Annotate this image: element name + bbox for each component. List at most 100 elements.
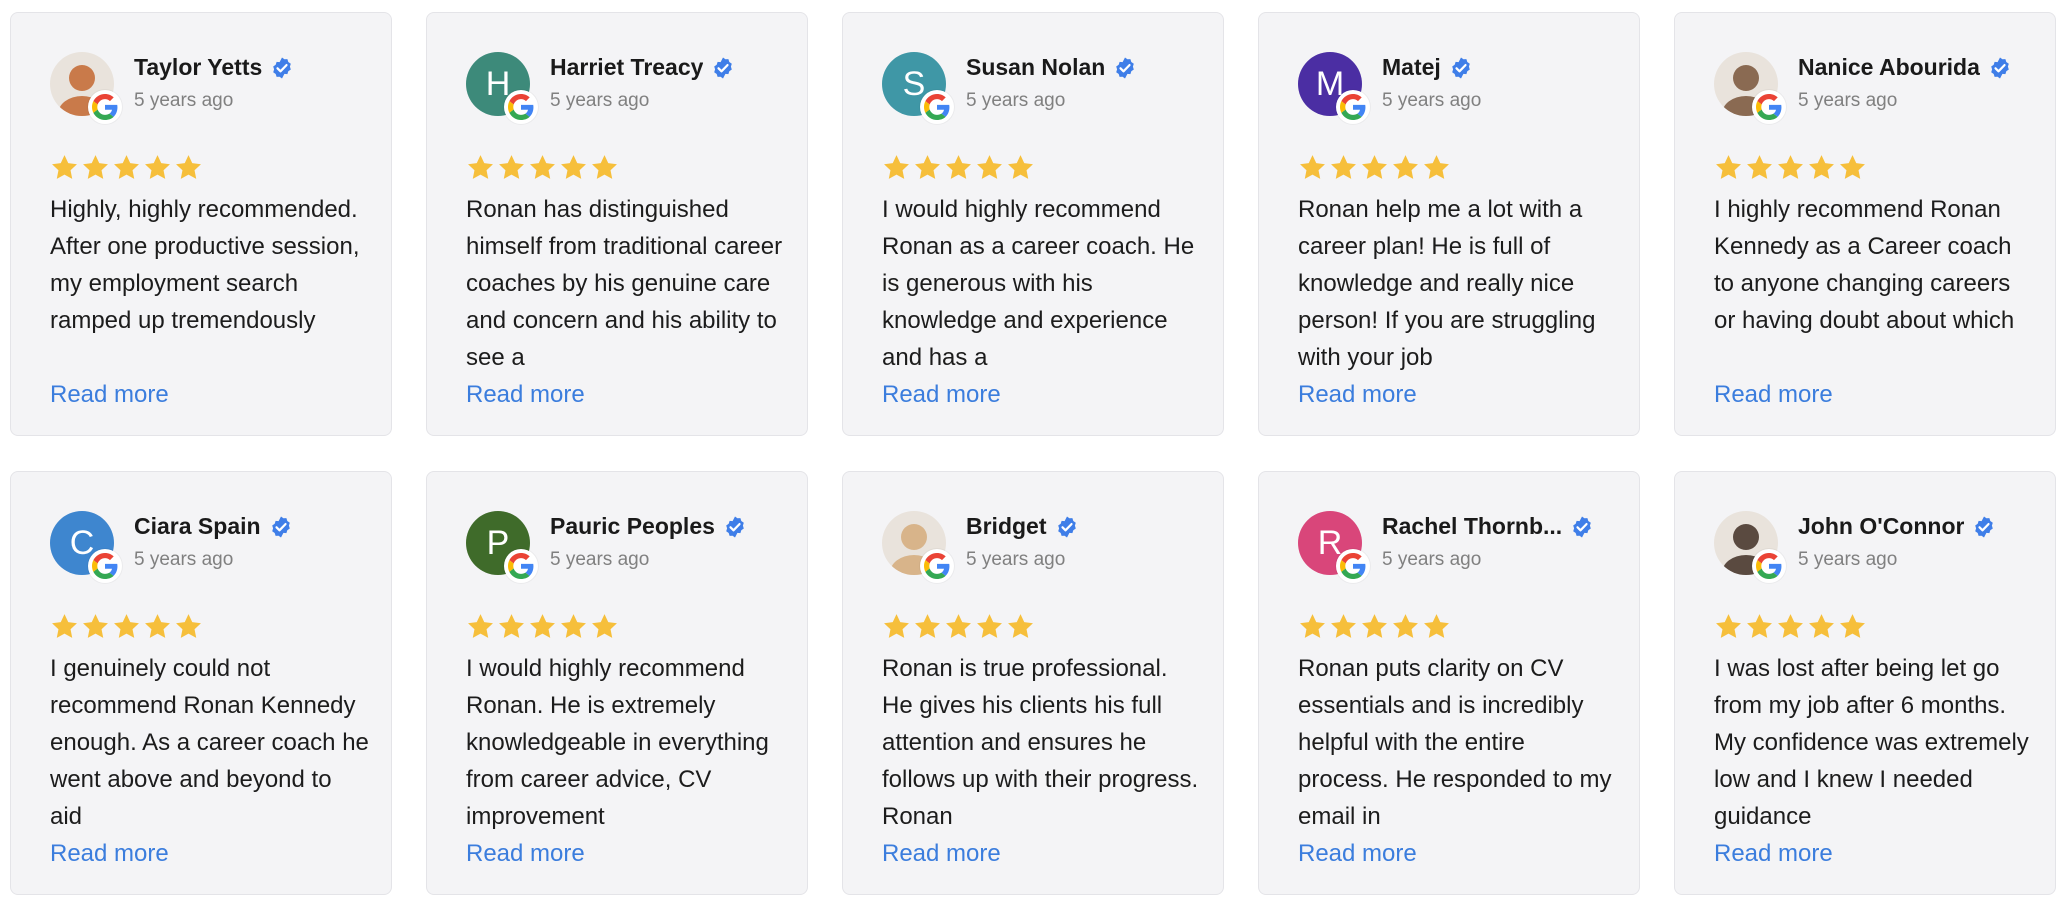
reviewer-name-row: Matej: [1382, 54, 1473, 81]
star-icon: [1745, 612, 1774, 641]
star-rating: [1298, 612, 1451, 641]
review-card: S Susan Nolan 5 years ago I would highly re…: [842, 12, 1224, 436]
read-more-link[interactable]: Read more: [882, 835, 1001, 872]
star-icon: [1714, 612, 1743, 641]
avatar: [50, 52, 122, 124]
review-text: Ronan is true professional. He gives his…: [882, 655, 1199, 830]
google-icon: [920, 90, 954, 124]
star-icon: [913, 612, 942, 641]
star-icon: [590, 612, 619, 641]
star-icon: [590, 153, 619, 182]
reviewer-name: Nanice Abourida: [1798, 54, 1980, 80]
review-header: P Pauric Peoples 5 years ago: [466, 511, 787, 583]
avatar: P: [466, 511, 538, 583]
reviewer-name-row: Pauric Peoples: [550, 513, 747, 540]
star-icon: [174, 153, 203, 182]
review-header: Taylor Yetts 5 years ago: [50, 52, 371, 124]
review-date: 5 years ago: [966, 90, 1066, 111]
star-icon: [1745, 153, 1774, 182]
review-text: Ronan puts clarity on CV essentials and …: [1298, 655, 1612, 830]
avatar: M: [1298, 52, 1370, 124]
read-more-link[interactable]: Read more: [50, 835, 169, 872]
star-icon: [528, 153, 557, 182]
reviewer-name-row: Susan Nolan: [966, 54, 1137, 81]
star-icon: [1807, 153, 1836, 182]
star-icon: [143, 612, 172, 641]
google-icon: [1336, 549, 1370, 583]
star-icon: [913, 153, 942, 182]
review-card: Nanice Abourida 5 years ago I highly recom…: [1674, 12, 2056, 436]
reviewer-name-row: Nanice Abourida: [1798, 54, 2012, 81]
reviewer-name-row: Harriet Treacy: [550, 54, 735, 81]
google-icon: [1752, 549, 1786, 583]
star-icon: [559, 153, 588, 182]
star-rating: [1714, 153, 1867, 182]
reviewer-name: Taylor Yetts: [134, 54, 263, 80]
verified-badge-icon: [270, 56, 294, 80]
read-more-link[interactable]: Read more: [466, 376, 585, 413]
read-more-link[interactable]: Read more: [50, 376, 169, 413]
review-card: M Matej 5 years ago Ronan help me a lot wit…: [1258, 12, 1640, 436]
verified-badge-icon: [1570, 515, 1594, 539]
google-icon: [504, 90, 538, 124]
star-icon: [1360, 612, 1389, 641]
review-date: 5 years ago: [1382, 90, 1482, 111]
star-icon: [50, 612, 79, 641]
avatar: S: [882, 52, 954, 124]
read-more-link[interactable]: Read more: [1714, 376, 1833, 413]
star-icon: [497, 153, 526, 182]
star-rating: [1714, 612, 1867, 641]
reviewer-name: Ciara Spain: [134, 513, 261, 539]
review-text: I was lost after being let go from my jo…: [1714, 655, 2029, 830]
star-icon: [975, 612, 1004, 641]
review-text: I highly recommend Ronan Kennedy as a Ca…: [1714, 196, 2015, 334]
google-icon: [1752, 90, 1786, 124]
star-icon: [81, 153, 110, 182]
avatar: [882, 511, 954, 583]
read-more-link[interactable]: Read more: [882, 376, 1001, 413]
review-text: I would highly recommend Ronan. He is ex…: [466, 655, 769, 830]
read-more-link[interactable]: Read more: [1298, 835, 1417, 872]
star-rating: [882, 153, 1035, 182]
star-icon: [1391, 612, 1420, 641]
star-rating: [50, 612, 203, 641]
review-date: 5 years ago: [1798, 549, 1898, 570]
reviewer-name-row: Taylor Yetts: [134, 54, 294, 81]
star-icon: [1006, 612, 1035, 641]
reviewer-name-row: Ciara Spain: [134, 513, 293, 540]
star-icon: [1714, 153, 1743, 182]
star-icon: [1006, 153, 1035, 182]
review-card: R Rachel Thornb... 5 years ago Ronan puts c…: [1258, 471, 1640, 895]
star-icon: [1329, 153, 1358, 182]
star-icon: [559, 612, 588, 641]
reviewer-name-row: John O'Connor: [1798, 513, 1996, 540]
star-icon: [497, 612, 526, 641]
star-icon: [174, 612, 203, 641]
reviewer-name: Pauric Peoples: [550, 513, 715, 539]
verified-badge-icon: [269, 515, 293, 539]
star-rating: [882, 612, 1035, 641]
read-more-link[interactable]: Read more: [1298, 376, 1417, 413]
avatar: H: [466, 52, 538, 124]
read-more-link[interactable]: Read more: [1714, 835, 1833, 872]
star-icon: [944, 612, 973, 641]
review-card: P Pauric Peoples 5 years ago I would highly…: [426, 471, 808, 895]
read-more-link[interactable]: Read more: [466, 835, 585, 872]
star-icon: [882, 153, 911, 182]
star-icon: [112, 612, 141, 641]
verified-badge-icon: [1449, 56, 1473, 80]
star-rating: [50, 153, 203, 182]
star-icon: [1329, 612, 1358, 641]
review-header: Nanice Abourida 5 years ago: [1714, 52, 2035, 124]
reviewer-name: Harriet Treacy: [550, 54, 704, 80]
star-icon: [1422, 612, 1451, 641]
review-date: 5 years ago: [1798, 90, 1898, 111]
avatar: [1714, 511, 1786, 583]
google-icon: [504, 549, 538, 583]
reviewer-name: Bridget: [966, 513, 1047, 539]
star-icon: [1776, 612, 1805, 641]
avatar: [1714, 52, 1786, 124]
star-rating: [1298, 153, 1451, 182]
google-icon: [1336, 90, 1370, 124]
verified-badge-icon: [711, 56, 735, 80]
